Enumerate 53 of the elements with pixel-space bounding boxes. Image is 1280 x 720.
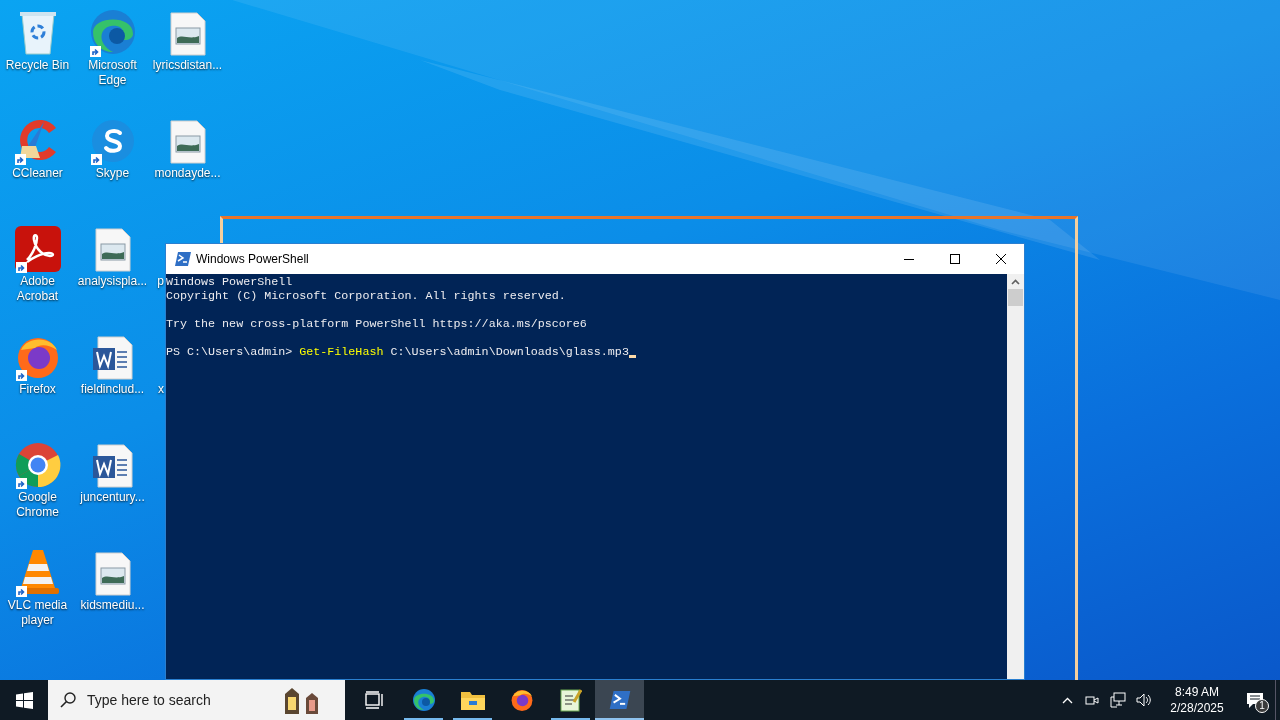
- scrollbar[interactable]: [1007, 274, 1024, 679]
- pdf-icon[interactable]: [14, 224, 61, 272]
- camera-icon[interactable]: [1085, 693, 1099, 707]
- volume-icon[interactable]: [1136, 692, 1152, 708]
- clock-time: 8:49 AM: [1175, 684, 1219, 700]
- icon-label: Skype: [94, 166, 131, 181]
- icon-label: Adobe Acrobat: [15, 274, 60, 304]
- scroll-up-icon[interactable]: [1011, 279, 1020, 285]
- firefox-icon: [509, 688, 534, 712]
- edge-icon[interactable]: [88, 8, 137, 56]
- icon-label: kidsmediu...: [79, 598, 146, 613]
- edge-icon: [411, 688, 436, 712]
- close-icon: [996, 254, 1006, 264]
- icon-label: Microsoft Edge: [87, 58, 138, 88]
- console-line: Try the new cross-platform PowerShell https://aka.ms/pscore6: [166, 317, 588, 331]
- console-argument: C:\Users\admin\Downloads\glass.mp3: [390, 345, 629, 359]
- notification-badge: 1: [1255, 699, 1269, 713]
- chrome-icon[interactable]: [14, 440, 61, 488]
- notepad-icon: [559, 688, 582, 712]
- icon-label: fieldinclud...: [79, 382, 146, 397]
- maximize-icon: [950, 254, 960, 264]
- icon-label: CCleaner: [11, 166, 64, 181]
- icon-label: Google Chrome: [15, 490, 60, 520]
- clock[interactable]: 8:49 AM 2/28/2025: [1165, 684, 1229, 716]
- icon-label: Recycle Bin: [4, 58, 71, 73]
- console-command: Get-FileHash: [299, 345, 384, 359]
- chevron-up-icon[interactable]: [1062, 696, 1073, 704]
- search-icon: [60, 692, 76, 708]
- text-cursor: [628, 355, 636, 358]
- traffic-cone-icon[interactable]: [14, 548, 61, 596]
- icon-label: mondayde...: [153, 166, 222, 181]
- console-line: Windows PowerShell: [166, 275, 294, 289]
- notifications-button[interactable]: 1: [1235, 680, 1275, 720]
- search-placeholder: Type here to search: [87, 690, 211, 710]
- powershell-icon: [608, 691, 631, 709]
- icon-label: juncentury...: [79, 490, 146, 505]
- task-view-icon: [364, 691, 385, 709]
- icon-label: lyricsdistan...: [151, 58, 224, 73]
- icon-label: Firefox: [18, 382, 57, 397]
- powershell-icon: [175, 252, 191, 266]
- window-title: Windows PowerShell: [196, 251, 309, 268]
- icon-label: p: [157, 274, 164, 289]
- network-icon[interactable]: [1110, 692, 1126, 708]
- folder-icon: [460, 690, 485, 710]
- console-prompt: PS C:\Users\admin>: [166, 345, 294, 359]
- search-field[interactable]: Type here to search: [48, 680, 345, 720]
- scroll-thumb[interactable]: [1008, 289, 1023, 306]
- icon-label: VLC media player: [6, 598, 69, 628]
- console-line: Copyright (C) Microsoft Corporation. All rights reserved.: [166, 289, 567, 303]
- clock-date: 2/28/2025: [1170, 700, 1224, 716]
- icon-label: x: [158, 382, 164, 397]
- windows-logo-icon: [15, 691, 33, 709]
- icon-label: analysispla...: [76, 274, 149, 289]
